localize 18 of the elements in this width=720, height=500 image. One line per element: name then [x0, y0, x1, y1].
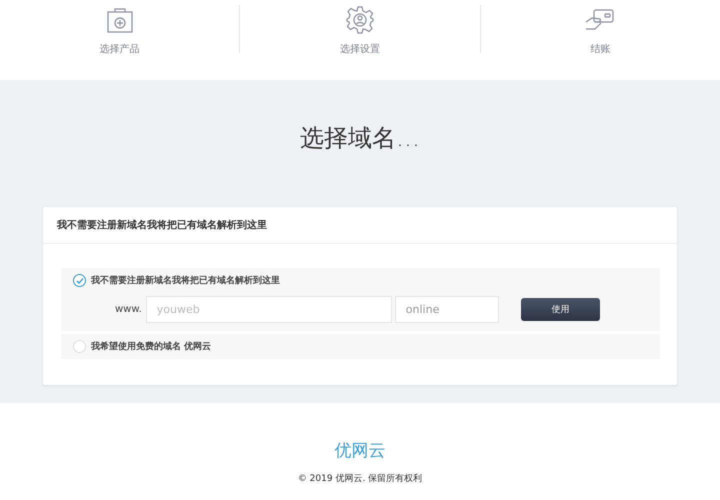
www-prefix: www. [115, 304, 142, 315]
footer-brand[interactable]: 优网云 [334, 439, 386, 462]
step-label[interactable]: 选择产品 [100, 42, 140, 56]
domain-name-field[interactable]: youweb [146, 296, 392, 323]
page-heading: 选择域名… [300, 123, 420, 154]
card-title: 我不需要注册新域名我将把已有域名解析到这里 [43, 207, 677, 244]
checked-radio[interactable] [73, 274, 86, 287]
step-label[interactable]: 结账 [590, 42, 610, 56]
shopping-bag-icon[interactable] [106, 6, 134, 34]
domain-suffix-field[interactable]: online [394, 296, 499, 323]
checkmark-icon [74, 276, 84, 286]
option-label[interactable]: 我不需要注册新域名我将把已有域名解析到这里 [91, 274, 280, 287]
step-label[interactable]: 选择设置 [340, 42, 380, 56]
radio-button[interactable] [73, 340, 86, 353]
copyright-text: © 2019 优网云. 保留所有权利 [298, 472, 422, 485]
settings-icon[interactable] [346, 6, 374, 34]
option-label[interactable]: 我希望使用免费的域名 优网云 [91, 340, 212, 353]
use-button[interactable]: 使用 [520, 298, 600, 321]
